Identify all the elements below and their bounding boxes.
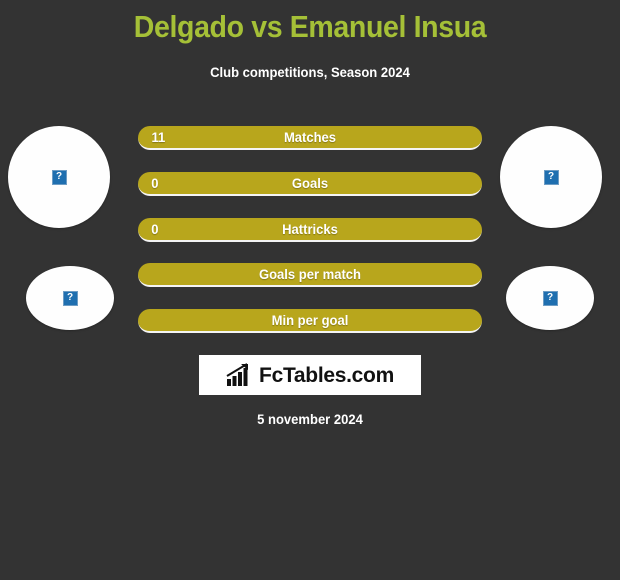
broken-image-icon: ? (542, 290, 558, 306)
stat-row-hattricks: 0 Hattricks (138, 218, 482, 242)
stat-row-min-per-goal: Min per goal (138, 309, 482, 333)
stat-row-goals-per-match: Goals per match (138, 263, 482, 287)
broken-image-icon: ? (543, 169, 559, 185)
broken-image-icon: ? (51, 169, 67, 185)
stat-row-goals: 0 Goals (138, 172, 482, 196)
avatar-left-primary: ? (8, 126, 110, 228)
comparison-graphic: Delgado vs Emanuel Insua Club competitio… (0, 0, 620, 580)
fctables-logo[interactable]: FcTables.com (199, 355, 421, 395)
stat-label: Hattricks (282, 221, 338, 237)
stat-label: Matches (283, 129, 337, 145)
avatar-right-primary: ? (500, 126, 602, 228)
stat-label: Goals per match (258, 266, 362, 282)
generated-date: 5 november 2024 (257, 411, 363, 427)
stat-row-matches: 11 Matches (138, 126, 482, 150)
stat-label: Goals (291, 175, 329, 191)
broken-image-icon: ? (62, 290, 78, 306)
avatar-right-secondary: ? (506, 266, 594, 330)
bar-chart-growth-icon (226, 363, 249, 386)
page-subtitle: Club competitions, Season 2024 (210, 64, 410, 80)
avatar-left-secondary: ? (26, 266, 114, 330)
stat-label: Min per goal (271, 312, 349, 328)
page-title: Delgado vs Emanuel Insua (133, 9, 487, 44)
fctables-logo-text: FcTables.com (259, 363, 394, 387)
